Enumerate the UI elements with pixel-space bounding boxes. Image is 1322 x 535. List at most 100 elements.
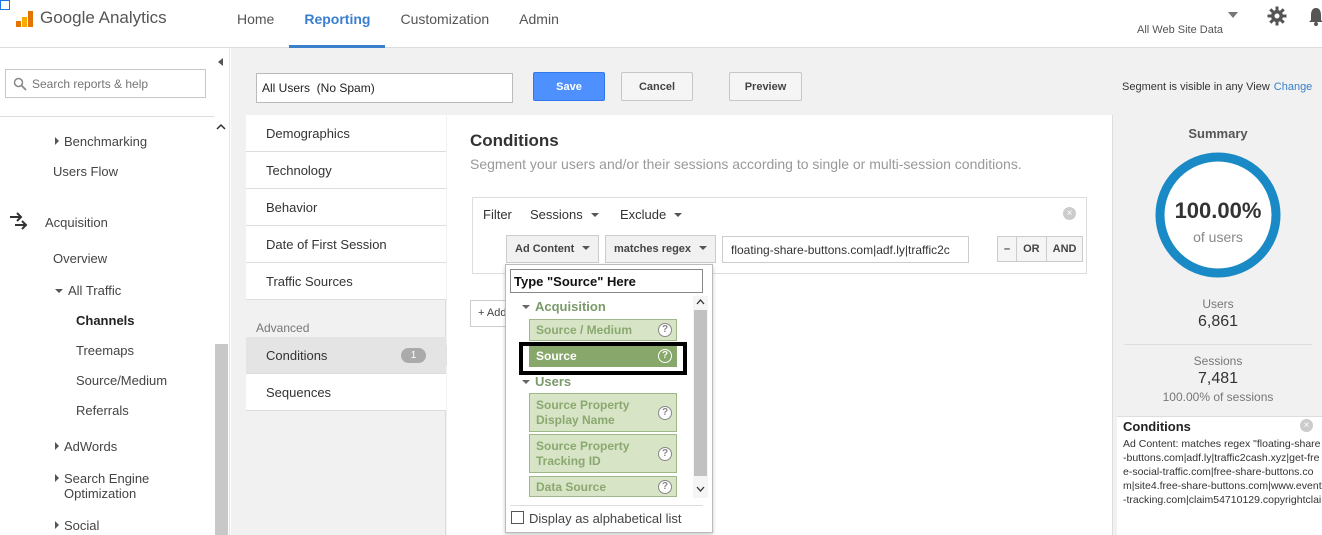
category-date-of-first-session[interactable]: Date of First Session bbox=[246, 226, 446, 263]
users-percent-value: 100.00% bbox=[1174, 198, 1262, 223]
operator-dropdown[interactable]: matches regex bbox=[605, 235, 716, 263]
summary-conditions-title: Conditions bbox=[1123, 419, 1191, 434]
picker-group-acquisition[interactable]: Acquisition bbox=[522, 299, 606, 314]
add-filter-button[interactable]: + Add bbox=[470, 300, 510, 327]
nav-home[interactable]: Home bbox=[222, 0, 289, 48]
nav-admin[interactable]: Admin bbox=[504, 0, 574, 48]
remove-condition-button[interactable]: – bbox=[998, 237, 1018, 261]
account-view-selector[interactable]: All Web Site Data bbox=[1137, 24, 1223, 36]
chevron-down-icon[interactable] bbox=[1228, 12, 1238, 18]
category-conditions[interactable]: Conditions 1 bbox=[246, 337, 446, 374]
picker-divider bbox=[510, 505, 703, 506]
summary-divider bbox=[1124, 344, 1312, 345]
highlight-box bbox=[519, 342, 687, 375]
expand-arrow-icon bbox=[55, 521, 59, 529]
users-label: Users bbox=[1202, 297, 1234, 311]
help-icon[interactable]: ? bbox=[658, 405, 672, 420]
close-icon[interactable]: × bbox=[1063, 207, 1076, 220]
scroll-up-icon[interactable] bbox=[216, 122, 226, 132]
segment-name-input[interactable] bbox=[256, 73, 513, 103]
category-technology[interactable]: Technology bbox=[246, 152, 446, 189]
nav-reporting[interactable]: Reporting bbox=[289, 0, 386, 48]
change-link[interactable]: Change bbox=[1274, 81, 1313, 93]
logic-buttons: – OR AND bbox=[997, 236, 1084, 262]
scope-dropdown[interactable]: Sessions bbox=[530, 207, 599, 222]
scroll-up-icon[interactable] bbox=[696, 298, 705, 306]
collapse-arrow-icon bbox=[522, 380, 530, 384]
or-button[interactable]: OR bbox=[1017, 237, 1047, 261]
analytics-logo-icon bbox=[14, 7, 36, 29]
search-box[interactable] bbox=[5, 69, 206, 98]
save-button[interactable]: Save bbox=[533, 72, 605, 101]
bell-icon[interactable] bbox=[1308, 6, 1322, 26]
sidebar-item-channels[interactable]: Channels bbox=[76, 313, 135, 328]
category-behavior[interactable]: Behavior bbox=[246, 189, 446, 226]
help-icon[interactable]: ? bbox=[658, 446, 672, 461]
sidebar-item-seo[interactable]: Search Engine bbox=[55, 471, 149, 486]
alphabetical-label[interactable]: Display as alphabetical list bbox=[529, 511, 681, 526]
category-traffic-sources[interactable]: Traffic Sources bbox=[246, 263, 446, 300]
sessions-value: 7,481 bbox=[1197, 370, 1239, 387]
expand-arrow-icon bbox=[55, 442, 59, 450]
close-icon[interactable]: × bbox=[1300, 419, 1313, 432]
sidebar-item-all-traffic[interactable]: All Traffic bbox=[55, 283, 121, 298]
sidebar-scrollbar[interactable] bbox=[215, 344, 228, 535]
acquisition-icon bbox=[10, 212, 28, 230]
search-input[interactable] bbox=[32, 76, 202, 91]
google-analytics-logo[interactable]: Google Analytics bbox=[14, 7, 167, 29]
gear-icon[interactable] bbox=[1267, 6, 1287, 26]
picker-search-input[interactable] bbox=[510, 269, 703, 293]
help-icon[interactable]: ? bbox=[658, 479, 672, 494]
picker-item-source-property-tracking-id[interactable]: Source Property Tracking ID? bbox=[529, 434, 677, 473]
chevron-down-icon bbox=[674, 213, 683, 217]
and-button[interactable]: AND bbox=[1047, 237, 1083, 261]
sidebar-item-acquisition[interactable]: Acquisition bbox=[45, 215, 108, 230]
picker-item-data-source[interactable]: Data Source? bbox=[529, 476, 677, 497]
filter-label: Filter bbox=[483, 207, 512, 222]
expand-arrow-icon bbox=[55, 474, 59, 482]
help-icon[interactable]: ? bbox=[658, 323, 672, 337]
sidebar-item-benchmarking[interactable]: Benchmarking bbox=[55, 134, 147, 149]
segment-category-list: Demographics Technology Behavior Date of… bbox=[246, 115, 446, 535]
collapse-arrow-icon bbox=[55, 289, 63, 293]
picker-scrollbar[interactable] bbox=[693, 296, 708, 498]
segment-visibility: Segment is visible in any View Change bbox=[1122, 81, 1313, 93]
dimension-dropdown[interactable]: Ad Content bbox=[506, 235, 599, 263]
sidebar-item-treemaps[interactable]: Treemaps bbox=[76, 343, 134, 358]
mode-dropdown[interactable]: Exclude bbox=[620, 207, 683, 222]
users-percent-label: of users bbox=[1193, 229, 1243, 245]
summary-conditions-text: Ad Content: matches regex "floating-shar… bbox=[1123, 438, 1322, 506]
window-corner-icon bbox=[0, 0, 10, 10]
alphabetical-checkbox[interactable] bbox=[511, 511, 524, 524]
picker-item-source-property-display-name[interactable]: Source Property Display Name? bbox=[529, 393, 677, 432]
sidebar-item-seo-line2[interactable]: Optimization bbox=[64, 486, 136, 501]
picker-item-source-medium[interactable]: Source / Medium? bbox=[529, 319, 677, 341]
sessions-label: Sessions bbox=[1193, 354, 1243, 368]
picker-scroll-thumb[interactable] bbox=[694, 310, 707, 476]
summary-title: Summary bbox=[1188, 126, 1248, 141]
advanced-heading: Advanced bbox=[256, 321, 310, 335]
sidebar-item-adwords[interactable]: AdWords bbox=[55, 439, 117, 454]
collapse-sidebar-icon[interactable] bbox=[214, 53, 228, 71]
expand-arrow-icon bbox=[55, 137, 59, 145]
page-title: Conditions bbox=[470, 131, 559, 150]
sidebar-item-users-flow[interactable]: Users Flow bbox=[53, 164, 118, 179]
regex-value-input[interactable] bbox=[722, 236, 969, 263]
sidebar-item-social[interactable]: Social bbox=[55, 518, 99, 533]
app-name: Google Analytics bbox=[40, 8, 167, 27]
cancel-button[interactable]: Cancel bbox=[621, 72, 693, 101]
scroll-down-icon[interactable] bbox=[696, 485, 705, 493]
category-sequences[interactable]: Sequences bbox=[246, 374, 446, 411]
page-subtitle: Segment your users and/or their sessions… bbox=[470, 156, 1022, 172]
sidebar-item-overview[interactable]: Overview bbox=[53, 251, 107, 266]
sidebar-item-source-medium[interactable]: Source/Medium bbox=[76, 373, 167, 388]
nav-customization[interactable]: Customization bbox=[385, 0, 504, 48]
top-bar: Google Analytics Home Reporting Customiz… bbox=[0, 0, 1322, 48]
picker-group-users[interactable]: Users bbox=[522, 374, 571, 389]
collapse-arrow-icon bbox=[522, 305, 530, 309]
chevron-down-icon bbox=[590, 213, 599, 217]
category-demographics[interactable]: Demographics bbox=[246, 115, 446, 152]
sidebar-item-referrals[interactable]: Referrals bbox=[76, 403, 129, 418]
preview-button[interactable]: Preview bbox=[729, 72, 802, 101]
sidebar-divider bbox=[0, 116, 214, 117]
